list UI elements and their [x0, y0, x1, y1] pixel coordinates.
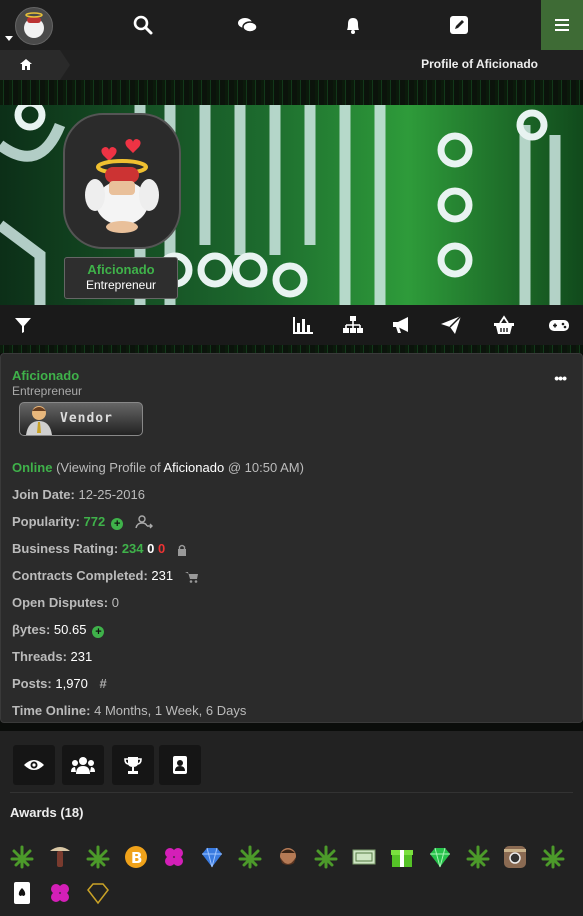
- popularity-row: Popularity: 772 +: [12, 514, 153, 530]
- profile-username[interactable]: Aficionado: [65, 262, 177, 277]
- profile-role: Entrepreneur: [85, 278, 157, 292]
- cart-icon[interactable]: [184, 571, 199, 583]
- edit-icon[interactable]: [448, 14, 470, 36]
- bar-chart-icon[interactable]: [292, 315, 314, 335]
- basket-icon[interactable]: [493, 315, 515, 335]
- vendor-person-icon: [26, 406, 52, 435]
- onyx-icon[interactable]: [86, 881, 110, 905]
- address-book-icon: [173, 756, 187, 774]
- chevron-down-icon[interactable]: [5, 36, 13, 41]
- hashtag-icon[interactable]: #: [100, 676, 107, 691]
- contracts-row: Contracts Completed: 231: [12, 568, 199, 583]
- cash-icon[interactable]: [352, 845, 376, 869]
- plus-circle-icon[interactable]: +: [111, 518, 124, 530]
- lock-icon: [177, 544, 186, 556]
- ace-card-icon[interactable]: [10, 881, 34, 905]
- profile-info-card: Aficionado Entrepreneur ••• Vendor Onlin…: [0, 353, 583, 723]
- camera-icon[interactable]: [503, 845, 527, 869]
- search-icon[interactable]: [132, 14, 154, 36]
- more-options-button[interactable]: •••: [554, 370, 567, 386]
- card-username[interactable]: Aficionado: [12, 368, 79, 383]
- tab-awards[interactable]: [112, 745, 154, 785]
- matrix-strip: [0, 80, 583, 105]
- breadcrumb: Profile of Aficionado: [0, 50, 583, 80]
- bytes-row: βytes: 50.65 +: [12, 622, 105, 638]
- gamepad-icon[interactable]: [548, 315, 570, 335]
- leaf-icon[interactable]: [238, 845, 262, 869]
- bearded-man-icon[interactable]: [276, 845, 300, 869]
- profile-toolbar: [0, 305, 583, 345]
- gift-icon[interactable]: [390, 845, 414, 869]
- divider: [10, 792, 573, 793]
- sitemap-icon[interactable]: [342, 315, 364, 335]
- paper-plane-icon[interactable]: [440, 315, 462, 335]
- profile-tabs-section: Awards (18) B: [0, 731, 583, 916]
- home-icon: [20, 59, 32, 70]
- business-rating-row: Business Rating: 234 0 0: [12, 541, 187, 556]
- bell-icon[interactable]: [342, 14, 364, 36]
- eye-icon: [24, 760, 44, 770]
- leaf-icon[interactable]: [466, 845, 490, 869]
- leaf-icon[interactable]: [541, 845, 565, 869]
- posts-value[interactable]: 1,970: [55, 676, 88, 691]
- online-status: Online: [12, 460, 53, 475]
- positive-rating[interactable]: 234: [122, 541, 144, 556]
- profile-name-card: Aficionado Entrepreneur: [64, 257, 178, 299]
- users-icon: [71, 757, 95, 774]
- mushroom-icon[interactable]: [48, 845, 72, 869]
- time-online-row: Time Online: 4 Months, 1 Week, 6 Days: [12, 703, 247, 718]
- hamburger-menu-button[interactable]: [541, 0, 583, 50]
- leaf-icon[interactable]: [10, 845, 34, 869]
- tab-overview[interactable]: [13, 745, 55, 785]
- emerald-icon[interactable]: [428, 845, 452, 869]
- breadcrumb-home[interactable]: [0, 50, 70, 80]
- leaf-icon[interactable]: [86, 845, 110, 869]
- threads-value[interactable]: 231: [71, 649, 93, 664]
- vendor-badge-label: Vendor: [60, 411, 113, 426]
- clover-icon[interactable]: [162, 845, 186, 869]
- popularity-value[interactable]: 772: [84, 514, 106, 529]
- disputes-row: Open Disputes: 0: [12, 595, 119, 610]
- megaphone-icon[interactable]: [391, 315, 413, 335]
- profile-avatar[interactable]: [63, 113, 181, 249]
- messages-icon[interactable]: [236, 14, 258, 36]
- tab-contacts[interactable]: [159, 745, 201, 785]
- diamond-icon[interactable]: [200, 845, 224, 869]
- user-arrow-icon[interactable]: [135, 515, 153, 529]
- negative-rating[interactable]: 0: [158, 541, 165, 556]
- tab-groups[interactable]: [62, 745, 104, 785]
- plus-circle-icon[interactable]: +: [92, 626, 105, 638]
- leaf-icon[interactable]: [314, 845, 338, 869]
- bitcoin-icon[interactable]: B: [124, 845, 148, 869]
- join-date-row: Join Date: 12-25-2016: [12, 487, 145, 502]
- status-row: Online (Viewing Profile of Aficionado @ …: [12, 460, 304, 475]
- posts-row: Posts: 1,970 #: [12, 676, 107, 691]
- viewing-user-link[interactable]: Aficionado: [164, 460, 225, 475]
- trophy-icon: [124, 757, 142, 774]
- clover-icon[interactable]: [48, 881, 72, 905]
- awards-title: Awards (18): [10, 805, 84, 820]
- page-title: Profile of Aficionado: [421, 57, 538, 71]
- card-role: Entrepreneur: [12, 384, 83, 398]
- filter-icon[interactable]: [12, 315, 34, 335]
- svg-text:B: B: [131, 849, 142, 867]
- threads-row: Threads: 231: [12, 649, 93, 664]
- vendor-badge: Vendor: [19, 402, 143, 436]
- menu-icon: [555, 19, 569, 31]
- matrix-strip-lower: [0, 345, 583, 353]
- top-navbar: [0, 0, 583, 50]
- neutral-rating[interactable]: 0: [147, 541, 154, 556]
- user-avatar-button[interactable]: [15, 7, 53, 45]
